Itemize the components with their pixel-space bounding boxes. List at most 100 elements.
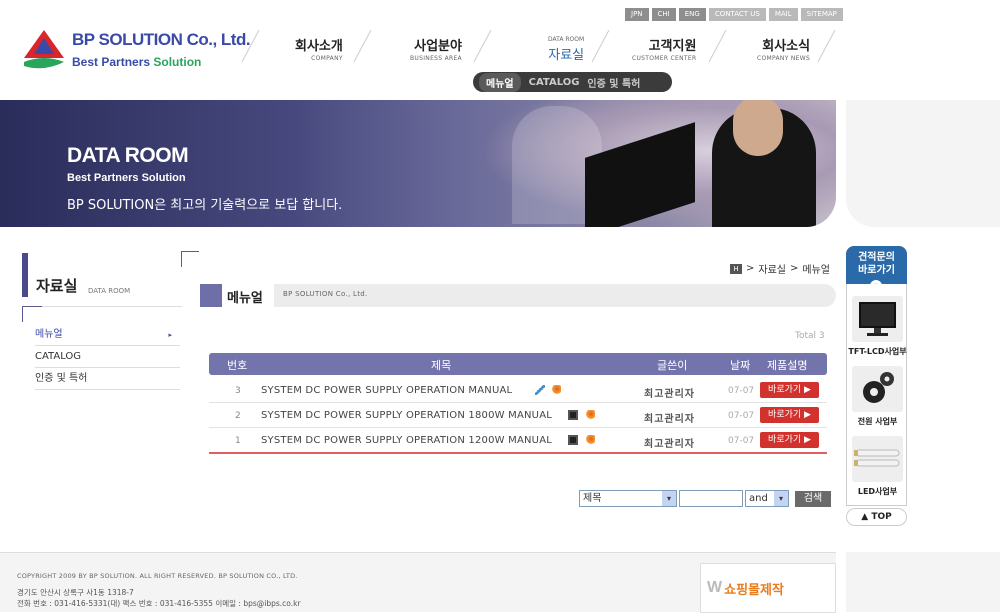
company-logo[interactable]: BP SOLUTION Co., Ltd. Best Partners Solu… [22,28,251,74]
lang-jpn-link[interactable]: JPN [625,8,649,21]
nav-dataroom-label: 자료실 [548,48,585,63]
goto-button[interactable]: 바로가기 ▶ [760,432,819,448]
gear-icon[interactable] [852,366,903,412]
nav-divider [817,29,836,63]
subnav-catalog[interactable]: CATALOG [529,77,580,88]
table-header: 번호 제목 글쓴이 날짜 제품설명 [209,353,827,375]
breadcrumb-manual[interactable]: 메뉴얼 [802,261,830,276]
search-op-select[interactable]: and ▾ [745,490,789,507]
nav-company-sub: COMPANY [311,55,343,62]
sitemap-link[interactable]: SITEMAP [800,8,843,21]
pen-icon [535,385,545,395]
banner-title: DATA ROOM [67,144,189,167]
subnav-patents[interactable]: 인증 및 특허 [587,75,640,90]
search-field-select[interactable]: 제목 ▾ [579,490,677,507]
page-title-square [200,284,222,307]
row-writer: 최고관리자 [644,389,695,400]
nav-customer[interactable]: 고객지원 CUSTOMER CENTER [632,35,696,62]
row-date: 07-07 [728,436,755,446]
side-menu-item-manual[interactable]: 메뉴얼 ▸ [35,324,180,346]
content-corner-decor [181,251,199,267]
badge-text: 쇼핑몰제작 [724,582,784,598]
nav-divider [591,29,610,63]
top-links: JPN CHI ENG CONTACT US MAIL SITEMAP [625,8,843,21]
col-title-header: 제목 [431,359,452,372]
breadcrumb: H > 자료실 > 메뉴얼 [730,261,830,276]
row-date: 07-07 [728,386,755,396]
side-menu-item-patents[interactable]: 인증 및 특허 [35,368,180,390]
row-writer: 최고관리자 [644,439,695,450]
row-num: 2 [235,411,241,421]
nav-business[interactable]: 사업분야 BUSINESS AREA [410,35,462,62]
table-bottom-line [209,452,827,454]
total-count: Total 3 [795,331,825,341]
arrow-right-icon: ▸ [168,331,172,339]
pdf-icon[interactable] [585,435,595,445]
logo-brand-text: BP SOLUTION Co., Ltd. [72,30,251,49]
footer-contact: 전화 번호 : 031-416-5331(대) 팩스 번호 : 031-416-… [17,599,301,608]
nav-dataroom-sub: DATA ROOM [548,36,585,43]
banner-face [733,100,783,156]
lnb-corner-decor [22,306,42,322]
lnb-title: 자료실 DATA ROOM [22,253,182,298]
side-menu-item-catalog[interactable]: CATALOG [35,346,180,368]
quick-head-line2: 바로가기 [858,265,895,276]
breadcrumb-sep: > [790,263,799,274]
banner-slogan: BP SOLUTION은 최고의 기술력으로 보답 합니다. [67,198,343,213]
row-num: 1 [235,436,241,446]
nav-business-label: 사업분야 [414,39,462,54]
badge-logo-icon: W [707,579,722,596]
quick-tft-lcd-label[interactable]: TFT-LCD사업부 [847,346,908,357]
search-input[interactable] [679,490,743,507]
goto-button[interactable]: 바로가기 ▶ [760,407,819,423]
search-bar: 제목 ▾ and ▾ 검색 [579,490,831,507]
page-header-company: BP SOLUTION Co., Ltd. [283,290,368,298]
table-row: 2 SYSTEM DC POWER SUPPLY OPERATION 1800W… [209,404,827,428]
logo-mark-icon [24,30,64,69]
page-header: 메뉴얼 BP SOLUTION Co., Ltd. [200,284,836,307]
contact-us-link[interactable]: CONTACT US [708,8,766,21]
home-icon[interactable]: H [730,263,742,274]
page-title: 메뉴얼 [227,291,263,306]
nav-dataroom[interactable]: DATA ROOM 자료실 [548,36,584,63]
quick-power-label[interactable]: 전원 사업부 [847,416,908,427]
lnb-title-bar [22,253,28,297]
row-title-link[interactable]: SYSTEM DC POWER SUPPLY OPERATION MANUAL [261,385,512,396]
nav-company-label: 회사소개 [295,39,343,54]
lnb-divider [22,306,182,307]
footer: COPYRIGHT 2009 BY BP SOLUTION. ALL RIGHT… [0,552,836,613]
lang-eng-link[interactable]: ENG [678,8,706,21]
nav-company[interactable]: 회사소개 COMPANY [295,35,343,62]
page-header-bar: BP SOLUTION Co., Ltd. [274,284,836,307]
row-num: 3 [235,386,241,396]
footer-copyright: COPYRIGHT 2009 BY BP SOLUTION. ALL RIGHT… [17,572,298,580]
side-menu: 메뉴얼 ▸ CATALOG 인증 및 특허 [35,324,180,390]
mail-link[interactable]: MAIL [768,8,798,21]
nav-divider [473,29,492,63]
lnb-title-ko: 자료실 [36,277,78,295]
subnav-manual[interactable]: 메뉴얼 [479,72,521,92]
footer-address: 경기도 안산시 상록구 사1동 1318-7 [17,588,134,597]
row-title-link[interactable]: SYSTEM DC POWER SUPPLY OPERATION 1200W M… [261,435,552,446]
goto-button[interactable]: 바로가기 ▶ [760,382,819,398]
search-op-value: and [749,493,768,504]
search-button[interactable]: 검색 [795,490,831,507]
led-tube-icon[interactable] [852,436,903,482]
lang-chi-link[interactable]: CHI [651,8,676,21]
banner-side-panel [846,100,1000,227]
breadcrumb-dataroom[interactable]: 자료실 [758,261,786,276]
col-num-header: 번호 [227,359,248,372]
file-icon[interactable] [568,435,578,445]
tft-lcd-icon[interactable] [852,296,903,342]
footer-side [846,552,1000,612]
nav-customer-sub: CUSTOMER CENTER [632,55,697,62]
quick-led-label[interactable]: LED사업부 [847,486,908,497]
nav-news[interactable]: 회사소식 COMPANY NEWS [757,35,810,62]
pdf-icon[interactable] [551,385,561,395]
pdf-icon[interactable] [585,410,595,420]
table-row: 3 SYSTEM DC POWER SUPPLY OPERATION MANUA… [209,379,827,403]
row-title-link[interactable]: SYSTEM DC POWER SUPPLY OPERATION 1800W M… [261,410,552,421]
shopping-mall-badge[interactable]: W 쇼핑몰제작 [700,563,836,613]
scroll-top-button[interactable]: ▲ TOP [846,508,907,526]
file-icon[interactable] [568,410,578,420]
